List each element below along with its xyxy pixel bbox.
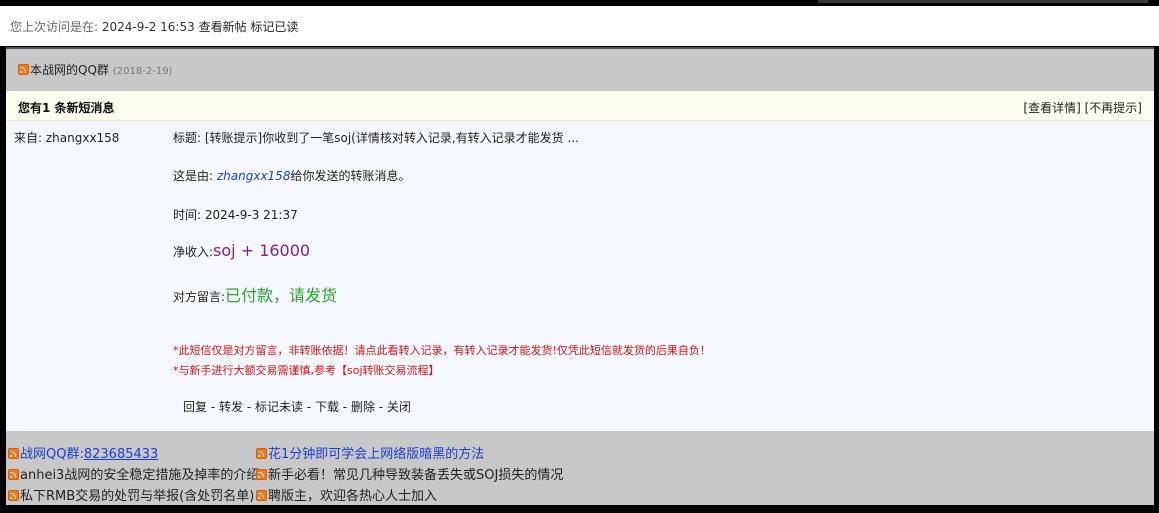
top-border-strip — [818, 0, 1148, 3]
qq-group-item: 战网QQ群:823685433 — [8, 443, 158, 462]
rmb-report-link[interactable]: 私下RMB交易的处罚与举报(含处罚名单) — [20, 489, 254, 504]
announcement-link[interactable]: 本战网的QQ群 — [30, 63, 109, 77]
reply-link[interactable]: 回复 — [183, 400, 207, 414]
forward-link[interactable]: 转发 — [219, 400, 243, 414]
ops-separator: - — [338, 400, 351, 414]
ops-separator: - — [302, 400, 315, 414]
pm-body: 来自: zhangxx158 标题: [转账提示]你收到了一笔soj(详情核对转… — [6, 121, 1154, 431]
rss-icon — [256, 490, 267, 501]
pm-sender-prefix: 这是由: — [173, 169, 217, 183]
pm-from: 来自: zhangxx158 — [14, 131, 120, 145]
rss-icon — [8, 490, 19, 501]
pm-income-value: soj + 16000 — [213, 241, 311, 260]
security-link[interactable]: anhei3战网的安全稳定措施及掉率的介绍 — [20, 468, 259, 483]
pm-income-label: 净收入: — [173, 245, 214, 259]
view-new-posts-link[interactable]: 查看新帖 — [199, 20, 247, 34]
mark-unread-link[interactable]: 标记未读 — [255, 400, 303, 414]
pm-warning-2[interactable]: *与新手进行大额交易需谨慎,参考【soj转账交易流程】 — [173, 362, 440, 378]
newbie-link[interactable]: 新手必看！常见几种导致装备丢失或SOJ损失的情况 — [268, 468, 563, 483]
main-frame: 本战网的QQ群 (2018-2-19) 您有1 条新短消息 [查看详情] [不再提… — [6, 47, 1154, 505]
security-item: anhei3战网的安全稳定措施及掉率的介绍 — [8, 464, 259, 483]
pm-message-label: 对方留言: — [173, 290, 226, 304]
moderator-link[interactable]: 聘版主，欢迎各热心人士加入 — [268, 489, 437, 504]
rmb-report-item: 私下RMB交易的处罚与举报(含处罚名单) — [8, 485, 254, 504]
last-visit-bar: 您上次访问是在: 2024-9-2 16:53 查看新帖 标记已读 — [0, 6, 1159, 46]
last-visit-label: 您上次访问是在: — [10, 20, 99, 34]
pm-time: 时间: 2024-9-3 21:37 — [173, 208, 298, 222]
qq-group-label[interactable]: 战网QQ群: — [20, 447, 84, 462]
last-visit-info: 您上次访问是在: 2024-9-2 16:53 查看新帖 标记已读 — [10, 18, 298, 35]
pm-header-actions: [查看详情] [不再提示] — [1023, 99, 1142, 116]
rss-icon — [8, 469, 19, 480]
bottom-links: 战网QQ群:823685433 花1分钟即可学会上网络版暗黑的方法 anhei3… — [6, 431, 1154, 505]
rss-icon — [18, 64, 29, 75]
moderator-item: 聘版主，欢迎各热心人士加入 — [256, 485, 437, 504]
pm-warning-1[interactable]: *此短信仅是对方留言，非转账依据！请点此看转入记录，有转入记录才能发货!仅凭此短… — [173, 342, 711, 358]
ops-separator: - — [374, 400, 387, 414]
rss-icon — [256, 469, 267, 480]
qq-group-number[interactable]: 823685433 — [84, 447, 158, 462]
pm-sender-suffix: 给你发送的转账消息。 — [290, 169, 411, 183]
dark-method-item: 花1分钟即可学会上网络版暗黑的方法 — [256, 443, 484, 462]
last-visit-time: 2024-9-2 16:53 — [101, 20, 195, 34]
pm-income-line: 净收入:soj + 16000 — [173, 241, 310, 260]
view-detail-link[interactable]: [查看详情] — [1023, 101, 1080, 115]
pm-message-line: 对方留言:已付款，请发货 — [173, 282, 337, 306]
pm-header-title: 您有1 条新短消息 — [18, 101, 115, 115]
pm-subject: 标题: [转账提示]你收到了一笔soj(详情核对转入记录,有转入记录才能发货 .… — [173, 131, 579, 145]
dark-method-link[interactable]: 花1分钟即可学会上网络版暗黑的方法 — [268, 447, 484, 462]
rss-icon — [8, 448, 19, 459]
rss-icon — [256, 448, 267, 459]
pm-sender-name[interactable]: zhangxx158 — [217, 169, 291, 183]
ops-separator: - — [243, 400, 255, 414]
pm-sender-line: 这是由: zhangxx158给你发送的转账消息。 — [173, 167, 410, 184]
announcement-date: (2018-2-19) — [112, 66, 173, 77]
close-link[interactable]: 关闭 — [387, 400, 411, 414]
ops-separator: - — [207, 400, 219, 414]
mark-read-link[interactable]: 标记已读 — [250, 20, 298, 34]
pm-operations: 回复 - 转发 - 标记未读 - 下载 - 删除 - 关闭 — [183, 398, 411, 415]
newbie-item: 新手必看！常见几种导致装备丢失或SOJ损失的情况 — [256, 464, 563, 483]
download-link[interactable]: 下载 — [315, 400, 339, 414]
delete-link[interactable]: 删除 — [351, 400, 375, 414]
pm-header: 您有1 条新短消息 [查看详情] [不再提示] — [6, 91, 1154, 121]
announcement-bar: 本战网的QQ群 (2018-2-19) — [6, 47, 1154, 89]
no-remind-link[interactable]: [不再提示] — [1085, 101, 1142, 115]
pm-message-value: 已付款，请发货 — [225, 286, 338, 305]
announcement-item: 本战网的QQ群 (2018-2-19) — [18, 61, 172, 78]
